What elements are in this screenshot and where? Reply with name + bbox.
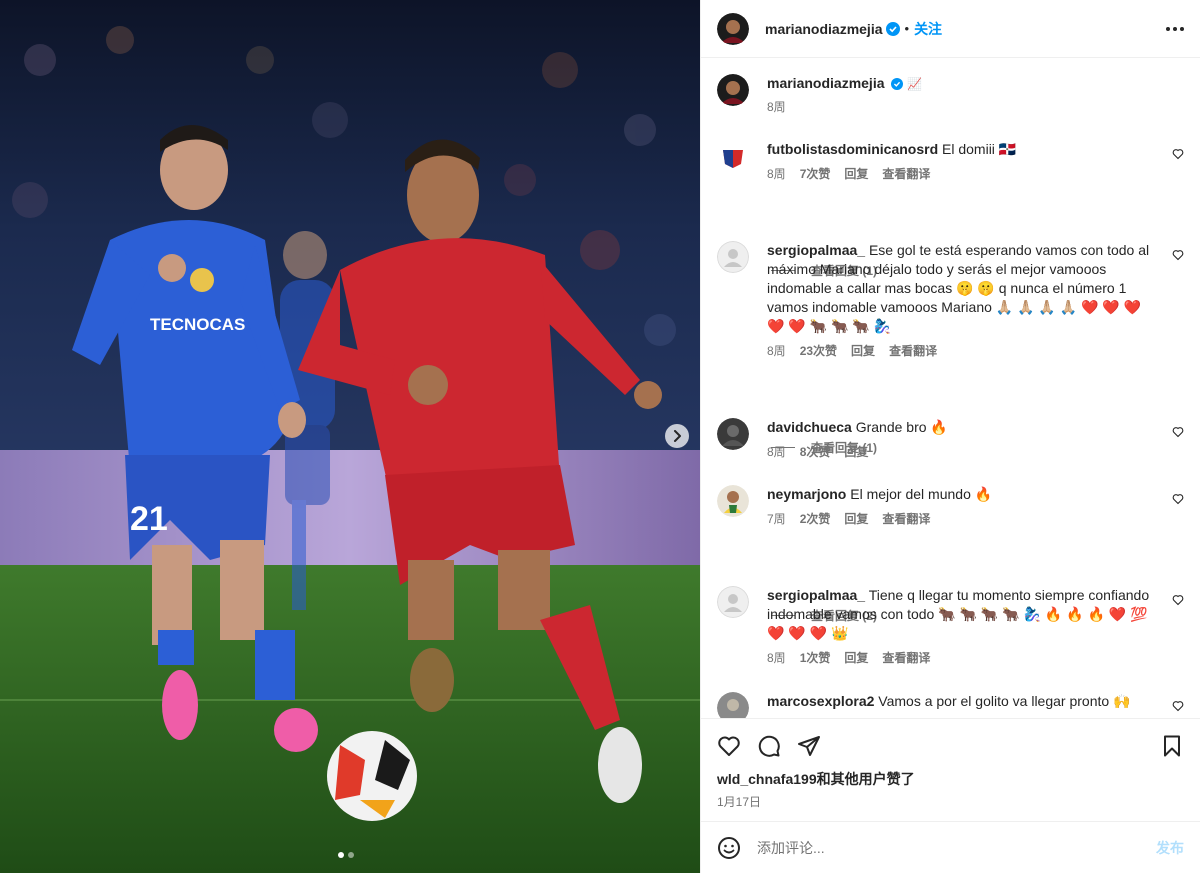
football-match-image: TECNOCAS 21	[0, 0, 700, 873]
caption-username[interactable]: marianodiazmejia	[767, 75, 885, 91]
carousel-indicator	[338, 852, 354, 858]
add-comment-bar: 发布	[701, 821, 1200, 873]
likes-summary[interactable]: wld_chnafa199和其他用户赞了	[717, 769, 1184, 789]
comment-time: 8周	[767, 651, 786, 665]
translate-button[interactable]: 查看翻译	[882, 165, 930, 184]
chevron-right-icon	[674, 430, 681, 442]
svg-text:TECNOCAS: TECNOCAS	[150, 315, 245, 334]
heart-icon[interactable]	[1172, 493, 1184, 505]
comment-text: El mejor del mundo 🔥	[850, 486, 993, 502]
heart-icon[interactable]	[1172, 426, 1184, 438]
post-actions: wld_chnafa199和其他用户赞了 1月17日	[701, 718, 1200, 810]
comment-time: 8周	[767, 167, 786, 181]
comment-text: Vamos a por el golito va llegar pronto 🙌	[878, 693, 1131, 709]
comment-username[interactable]: sergiopalmaa_	[767, 242, 865, 258]
translate-button[interactable]: 查看翻译	[889, 342, 937, 361]
comment-item: sergiopalmaa_ Ese gol te está esperando …	[717, 241, 1184, 361]
comment-likes[interactable]: 2次赞	[800, 510, 831, 529]
comment-icon[interactable]	[757, 734, 781, 758]
post-photo: TECNOCAS 21	[0, 0, 700, 873]
post-caption: marianodiazmejia 📈 8周	[717, 74, 1184, 117]
comment-likes[interactable]: 23次赞	[800, 342, 837, 361]
reply-button[interactable]: 回复	[844, 510, 868, 529]
more-options-icon[interactable]	[1166, 26, 1184, 31]
reply-button[interactable]: 回复	[844, 443, 868, 462]
comment-item: marcosexplora2 Vamos a por el golito va …	[717, 692, 1184, 718]
bookmark-icon[interactable]	[1160, 734, 1184, 758]
svg-text:21: 21	[130, 500, 168, 538]
comment-username[interactable]: neymarjono	[767, 486, 846, 502]
post-side-panel: marianodiazmejia • 关注 marianodiazmejia 📈	[700, 0, 1200, 873]
comment-username[interactable]: davidchueca	[767, 419, 852, 435]
verified-badge-icon	[891, 78, 904, 90]
comment-time: 7周	[767, 512, 786, 526]
post-date: 1月17日	[717, 795, 762, 809]
verified-badge-icon	[885, 21, 900, 36]
commenter-avatar[interactable]	[717, 586, 749, 618]
emoji-icon[interactable]	[717, 836, 741, 860]
comment-likes[interactable]: 8次赞	[800, 443, 831, 462]
author-username[interactable]: marianodiazmejia	[765, 21, 883, 37]
author-avatar[interactable]	[717, 12, 749, 45]
heart-icon[interactable]	[1172, 594, 1184, 606]
post-comment-button[interactable]: 发布	[1156, 838, 1184, 858]
follow-button[interactable]: 关注	[914, 19, 942, 39]
comment-likes[interactable]: 1次赞	[800, 649, 831, 668]
carousel-dot	[348, 852, 354, 858]
caption-text: 📈	[907, 77, 923, 91]
caption-avatar[interactable]	[717, 74, 749, 106]
comment-text: Grande bro 🔥	[855, 419, 948, 435]
post-header: marianodiazmejia • 关注	[701, 0, 1200, 58]
comment-input[interactable]	[757, 839, 1156, 856]
translate-button[interactable]: 查看翻译	[882, 510, 930, 529]
share-icon[interactable]	[797, 734, 821, 758]
heart-icon[interactable]	[1172, 148, 1184, 160]
commenter-avatar[interactable]	[717, 418, 749, 450]
commenter-avatar[interactable]	[717, 140, 749, 172]
comment-text: El domiii 🇩🇴	[942, 141, 1017, 157]
comment-likes[interactable]: 7次赞	[800, 165, 831, 184]
carousel-dot-active	[338, 852, 344, 858]
football-ball	[327, 731, 417, 821]
comment-time: 8周	[767, 344, 786, 358]
reply-button[interactable]: 回复	[844, 649, 868, 668]
translate-button[interactable]: 查看翻译	[882, 649, 930, 668]
comment-item: futbolistasdominicanosrd El domiii 🇩🇴 8周…	[717, 140, 1184, 184]
comment-item: davidchueca Grande bro 🔥 8周 8次赞 回复	[717, 418, 1184, 462]
heart-icon[interactable]	[717, 734, 741, 758]
comment-item: sergiopalmaa_ Tiene q llegar tu momento …	[717, 586, 1184, 668]
heart-icon[interactable]	[1172, 700, 1184, 712]
comments-list[interactable]: marianodiazmejia 📈 8周 futbolistasdominic…	[701, 58, 1200, 718]
comment-time: 8周	[767, 445, 786, 459]
next-photo-button[interactable]	[665, 424, 689, 448]
comment-username[interactable]: sergiopalmaa_	[767, 587, 865, 603]
caption-time: 8周	[767, 100, 786, 114]
commenter-avatar[interactable]	[717, 241, 749, 273]
comment-item: neymarjono El mejor del mundo 🔥 7周 2次赞 回…	[717, 485, 1184, 529]
comment-username[interactable]: futbolistasdominicanosrd	[767, 141, 938, 157]
reply-button[interactable]: 回复	[851, 342, 875, 361]
commenter-avatar[interactable]	[717, 485, 749, 517]
comment-username[interactable]: marcosexplora2	[767, 693, 874, 709]
commenter-avatar[interactable]	[717, 692, 749, 718]
heart-icon[interactable]	[1172, 249, 1184, 261]
separator-dot: •	[904, 21, 910, 36]
reply-button[interactable]: 回复	[844, 165, 868, 184]
